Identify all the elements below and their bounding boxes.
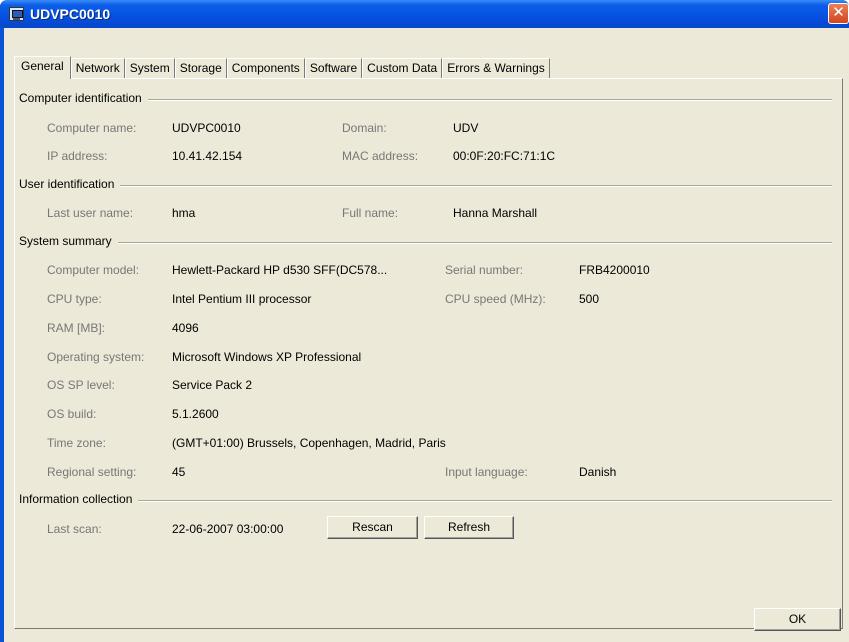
last-user-value: hma	[172, 206, 196, 220]
tab-strip: General Network System Storage Component…	[14, 56, 550, 79]
time-zone-value: (GMT+01:00) Brussels, Copenhagen, Madrid…	[172, 436, 446, 450]
section-title: Computer identification	[19, 91, 148, 105]
ok-button[interactable]: OK	[754, 608, 841, 631]
general-tab-panel: Computer identification Computer name: U…	[14, 78, 843, 629]
divider	[33, 242, 832, 244]
serial-number-label: Serial number:	[445, 263, 524, 277]
domain-label: Domain:	[342, 121, 387, 135]
divider	[33, 185, 832, 187]
cpu-type-value: Intel Pentium III processor	[172, 292, 312, 306]
cpu-speed-label: CPU speed (MHz):	[445, 292, 546, 306]
window: UDVPC0010 ✕ General Network System Stora…	[0, 0, 849, 642]
os-build-value: 5.1.2600	[172, 407, 219, 421]
ram-value: 4096	[172, 321, 199, 335]
cpu-type-label: CPU type:	[47, 292, 102, 306]
ram-label: RAM [MB]:	[47, 321, 106, 335]
last-user-label: Last user name:	[47, 206, 134, 220]
input-language-label: Input language:	[445, 465, 528, 479]
section-title: Information collection	[19, 492, 139, 506]
input-language-value: Danish	[579, 465, 617, 479]
section-title: User identification	[19, 177, 121, 191]
computer-name-value: UDVPC0010	[172, 121, 241, 135]
tab-software[interactable]: Software	[304, 58, 363, 78]
cpu-speed-value: 500	[579, 292, 600, 306]
ip-address-value: 10.41.42.154	[172, 149, 243, 163]
divider	[33, 500, 832, 502]
section-computer-identification: Computer identification	[19, 91, 832, 107]
full-name-label: Full name:	[342, 206, 399, 220]
operating-system-value: Microsoft Windows XP Professional	[172, 350, 362, 364]
rescan-button[interactable]: Rescan	[327, 516, 418, 539]
computer-name-label: Computer name:	[47, 121, 137, 135]
serial-number-value: FRB4200010	[579, 263, 650, 277]
section-title: System summary	[19, 234, 118, 248]
regional-setting-value: 45	[172, 465, 186, 479]
ip-address-label: IP address:	[47, 149, 108, 163]
refresh-button[interactable]: Refresh	[424, 516, 514, 539]
computer-model-value: Hewlett-Packard HP d530 SFF(DC578...	[172, 263, 388, 277]
os-sp-level-label: OS SP level:	[47, 378, 115, 392]
time-zone-label: Time zone:	[47, 436, 106, 450]
last-scan-value: 22-06-2007 03:00:00	[172, 522, 284, 536]
regional-setting-label: Regional setting:	[47, 465, 137, 479]
os-build-label: OS build:	[47, 407, 97, 421]
close-button[interactable]: ✕	[828, 3, 849, 24]
window-title: UDVPC0010	[30, 6, 111, 22]
domain-value: UDV	[453, 121, 479, 135]
section-user-identification: User identification	[19, 177, 832, 193]
tab-custom-data[interactable]: Custom Data	[362, 58, 443, 78]
dialog-body: General Network System Storage Component…	[4, 28, 849, 642]
section-information-collection: Information collection	[19, 492, 832, 508]
os-sp-level-value: Service Pack 2	[172, 378, 253, 392]
section-system-summary: System summary	[19, 234, 832, 250]
computer-icon	[9, 7, 24, 21]
tab-components[interactable]: Components	[226, 58, 305, 78]
tab-system[interactable]: System	[124, 58, 175, 78]
mac-address-value: 00:0F:20:FC:71:1C	[453, 149, 556, 163]
divider	[33, 99, 832, 101]
tab-errors-warnings[interactable]: Errors & Warnings	[442, 58, 550, 78]
computer-model-label: Computer model:	[47, 263, 140, 277]
title-bar[interactable]: UDVPC0010 ✕	[0, 0, 849, 28]
last-scan-label: Last scan:	[47, 522, 102, 536]
operating-system-label: Operating system:	[47, 350, 145, 364]
tab-general[interactable]: General	[14, 56, 71, 79]
mac-address-label: MAC address:	[342, 149, 419, 163]
full-name-value: Hanna Marshall	[453, 206, 538, 220]
tab-storage[interactable]: Storage	[174, 58, 227, 78]
tab-network[interactable]: Network	[70, 58, 125, 78]
